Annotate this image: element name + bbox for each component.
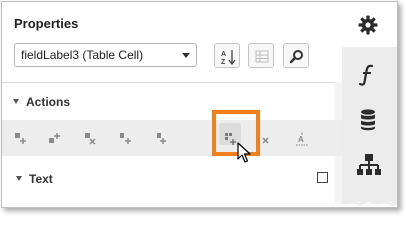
caret-down-icon (13, 99, 19, 105)
sort-az-icon: A Z (221, 50, 236, 66)
actions-section-label: Actions (26, 95, 71, 109)
svg-text:A: A (221, 51, 226, 58)
grid-view-icon (255, 50, 269, 63)
svg-text:Z: Z (221, 59, 226, 66)
database-icon[interactable] (356, 107, 380, 133)
text-format-icon[interactable]: A (295, 132, 309, 146)
actions-section-header[interactable]: Actions (13, 95, 70, 109)
field-select-value: fieldLabel3 (Table Cell) (21, 48, 144, 62)
delete-column-icon[interactable] (260, 132, 274, 146)
gear-icon[interactable] (357, 14, 379, 36)
insert-column-right-icon[interactable] (154, 132, 168, 146)
panel-title: Properties (14, 16, 79, 31)
mouse-cursor-icon (237, 142, 251, 163)
hierarchy-icon[interactable] (356, 152, 382, 178)
sort-az-button[interactable]: A Z (214, 43, 240, 68)
caret-down-icon (16, 176, 22, 182)
function-icon[interactable] (356, 62, 380, 88)
field-select[interactable]: fieldLabel3 (Table Cell) (14, 43, 197, 67)
text-section-label: Text (29, 172, 53, 186)
properties-panel: Properties fieldLabel3 (Table Cell) A Z (1, 1, 398, 208)
torn-edge (2, 202, 397, 207)
text-section-header[interactable]: Text (16, 172, 53, 186)
insert-column-left-icon[interactable] (119, 132, 133, 146)
search-icon (289, 50, 303, 64)
insert-row-below-icon[interactable] (48, 132, 62, 146)
delete-row-icon[interactable] (84, 132, 98, 146)
search-button[interactable] (283, 43, 309, 68)
chevron-down-icon (182, 53, 190, 58)
svg-text:A: A (298, 135, 304, 144)
text-checkbox[interactable] (317, 172, 328, 183)
insert-row-above-icon[interactable] (14, 132, 28, 146)
grid-view-button[interactable] (248, 43, 274, 68)
divider (2, 82, 342, 83)
